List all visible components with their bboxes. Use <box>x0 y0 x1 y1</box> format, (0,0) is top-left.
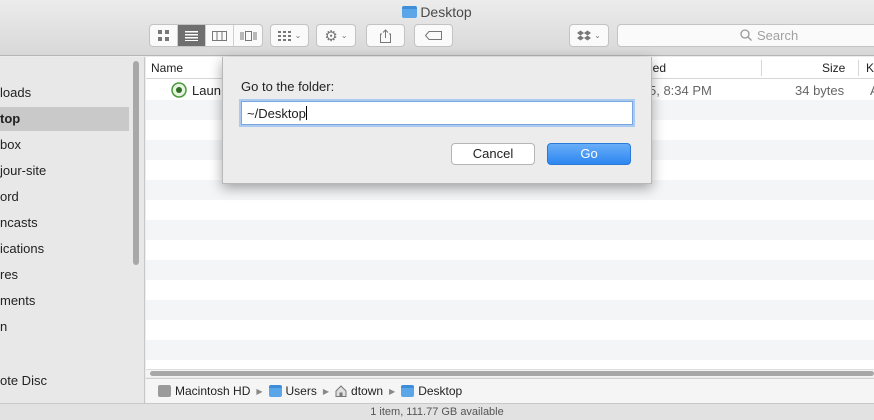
arrange-button[interactable]: ⌄ <box>270 24 309 47</box>
window-toolbar: Desktop ⌄ ⚙ ⌄ ⌄ Search <box>0 0 874 56</box>
status-bar: 1 item, 111.77 GB available <box>0 403 874 420</box>
cover-flow-icon <box>240 30 256 41</box>
sidebar: loads top box jour-site ord ncasts icati… <box>0 57 145 403</box>
chevron-down-icon: ⌄ <box>340 31 348 40</box>
column-divider[interactable] <box>858 60 859 76</box>
sidebar-scrollbar[interactable] <box>133 61 139 265</box>
sidebar-item-pictures[interactable]: res <box>0 263 129 287</box>
launcher-app-icon <box>171 82 187 98</box>
column-size[interactable]: Size <box>822 61 845 75</box>
empty-row <box>146 300 874 320</box>
go-button[interactable]: Go <box>547 143 631 165</box>
folder-path-value: ~/Desktop <box>247 106 306 121</box>
path-bar: Macintosh HD ▶ Users ▶ dtown ▶ Desktop <box>146 378 874 403</box>
icon-view-icon <box>158 30 169 41</box>
sidebar-item-jour-site[interactable]: jour-site <box>0 159 129 183</box>
file-size: 34 bytes <box>795 83 845 98</box>
list-view-button[interactable] <box>178 25 206 46</box>
share-icon <box>380 28 391 43</box>
folder-icon <box>401 385 415 397</box>
search-field[interactable]: Search <box>617 24 874 47</box>
sidebar-item-applications[interactable]: ications <box>0 237 129 261</box>
sidebar-item-screencasts[interactable]: ncasts <box>0 211 129 235</box>
dropbox-icon <box>577 30 592 40</box>
empty-row <box>146 240 874 260</box>
cover-flow-view-button[interactable] <box>234 25 262 46</box>
column-kind[interactable]: K <box>866 61 874 75</box>
sidebar-item-downloads[interactable]: loads <box>0 81 129 105</box>
cancel-button[interactable]: Cancel <box>451 143 535 165</box>
empty-row <box>146 200 874 220</box>
tag-icon <box>425 31 442 40</box>
view-mode-control[interactable] <box>149 24 263 47</box>
column-view-button[interactable] <box>206 25 234 46</box>
column-view-icon <box>212 30 227 41</box>
horizontal-scrollbar[interactable] <box>146 369 874 377</box>
path-segment-macintosh-hd[interactable]: Macintosh HD <box>158 384 250 398</box>
empty-row <box>146 220 874 240</box>
folder-icon <box>402 6 418 18</box>
gear-icon: ⚙ <box>324 27 338 45</box>
column-name[interactable]: Name <box>151 61 183 75</box>
icon-view-button[interactable] <box>150 25 178 46</box>
chevron-down-icon: ⌄ <box>594 31 601 40</box>
sidebar-item-documents[interactable]: ments <box>0 289 129 313</box>
path-separator-icon: ▶ <box>322 386 330 396</box>
sidebar-item-dropbox[interactable]: box <box>0 133 129 157</box>
action-button[interactable]: ⚙ ⌄ <box>316 24 356 47</box>
path-segment-desktop[interactable]: Desktop <box>401 384 462 398</box>
search-icon <box>740 29 752 41</box>
sidebar-item-ord[interactable]: ord <box>0 185 129 209</box>
empty-row <box>146 280 874 300</box>
column-divider[interactable] <box>761 60 762 76</box>
go-to-folder-dialog: Go to the folder: ~/Desktop Cancel Go <box>222 57 652 184</box>
home-icon <box>335 385 347 397</box>
status-text: 1 item, 111.77 GB available <box>370 406 504 418</box>
arrange-icon <box>277 30 291 41</box>
empty-row <box>146 320 874 340</box>
path-separator-icon: ▶ <box>256 386 263 396</box>
file-date-modified: 5, 8:34 PM <box>649 83 712 98</box>
window-title: Desktop <box>0 4 874 20</box>
column-date-modified[interactable]: ied <box>650 61 666 75</box>
hard-drive-icon <box>158 385 171 397</box>
dropbox-button[interactable]: ⌄ <box>569 24 609 47</box>
path-segment-dtown[interactable]: dtown <box>335 384 383 398</box>
folder-icon <box>268 385 282 397</box>
sidebar-item-desktop[interactable]: top <box>0 107 129 131</box>
text-caret <box>305 106 307 120</box>
empty-row <box>146 340 874 360</box>
dialog-prompt: Go to the folder: <box>241 79 335 94</box>
scrollbar-thumb[interactable] <box>150 371 874 376</box>
path-separator-icon: ▶ <box>389 386 396 396</box>
sidebar-item-remote-disc[interactable]: ote Disc <box>0 369 129 393</box>
search-placeholder: Search <box>757 28 799 43</box>
file-name: Laun <box>192 83 221 98</box>
chevron-down-icon: ⌄ <box>294 31 302 40</box>
file-kind: A <box>870 83 874 98</box>
folder-path-input[interactable]: ~/Desktop <box>241 101 633 125</box>
sidebar-item-n[interactable]: n <box>0 315 129 339</box>
tags-button[interactable] <box>414 24 453 47</box>
path-segment-users[interactable]: Users <box>268 384 317 398</box>
share-button[interactable] <box>366 24 405 47</box>
empty-row <box>146 260 874 280</box>
list-view-icon <box>185 30 198 41</box>
